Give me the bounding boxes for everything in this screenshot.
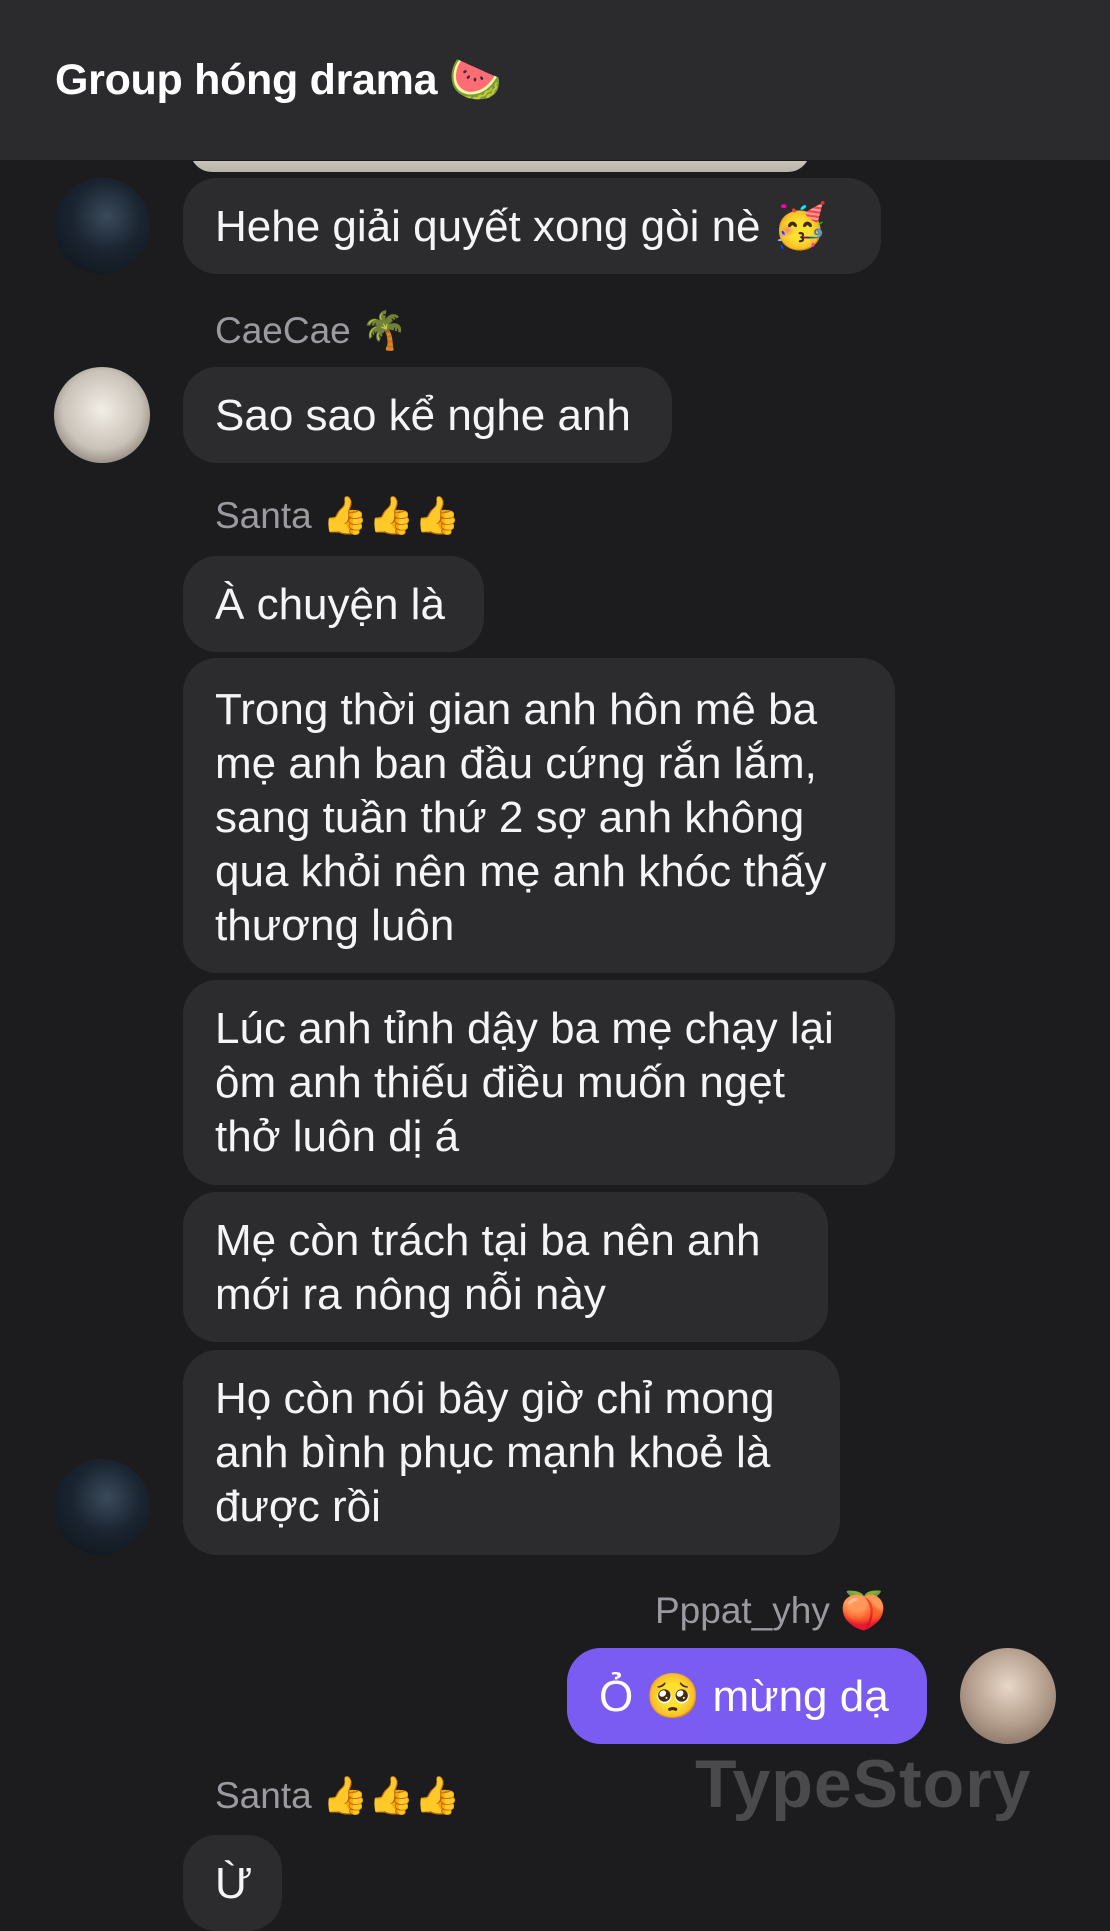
message-text: Hehe giải quyết xong gòi nè 🥳	[215, 202, 828, 251]
message-line: Mẹ còn trách tại ba nên anh	[215, 1216, 761, 1265]
message-bubble[interactable]: Sao sao kể nghe anh	[183, 367, 672, 463]
avatar-me[interactable]	[960, 1648, 1056, 1744]
avatar-santa[interactable]	[54, 1459, 150, 1555]
chat-header: Group hóng drama 🍉	[0, 0, 1110, 161]
message-text: Ừ	[215, 1859, 253, 1908]
message-line: Họ còn nói bây giờ chỉ mong	[215, 1374, 775, 1423]
sender-name-santa: Santa 👍👍👍	[215, 495, 461, 536]
sender-name-caecae: CaeCae 🌴	[215, 310, 408, 351]
message-bubble[interactable]: Lúc anh tỉnh dậy ba mẹ chạy lại ôm anh t…	[183, 980, 895, 1185]
message-bubble[interactable]: Hehe giải quyết xong gòi nè 🥳	[183, 178, 881, 274]
sender-name-santa: Santa 👍👍👍	[215, 1775, 461, 1816]
message-line: thương luôn	[215, 901, 455, 950]
message-bubble[interactable]: Họ còn nói bây giờ chỉ mong anh bình phụ…	[183, 1350, 840, 1555]
avatar-santa[interactable]	[54, 178, 150, 274]
message-line: anh bình phục mạnh khoẻ là	[215, 1428, 771, 1477]
message-line: sang tuần thứ 2 sợ anh không	[215, 793, 805, 842]
message-bubble[interactable]: Trong thời gian anh hôn mê ba mẹ anh ban…	[183, 658, 895, 973]
message-line: được rồi	[215, 1482, 381, 1531]
group-title[interactable]: Group hóng drama 🍉	[55, 55, 502, 105]
message-line: thở luôn dị á	[215, 1112, 460, 1161]
sender-name-me: Pppat_yhy 🍑	[655, 1590, 887, 1631]
message-bubble[interactable]: Ừ	[183, 1835, 282, 1931]
message-line: ôm anh thiếu điều muốn ngẹt	[215, 1058, 785, 1107]
avatar-caecae[interactable]	[54, 367, 150, 463]
message-bubble[interactable]: Mẹ còn trách tại ba nên anh mới ra nông …	[183, 1192, 828, 1342]
message-line: Lúc anh tỉnh dậy ba mẹ chạy lại	[215, 1004, 834, 1053]
message-bubble[interactable]: À chuyện là	[183, 556, 484, 652]
message-text: Sao sao kể nghe anh	[215, 391, 631, 440]
message-line: mẹ anh ban đầu cứng rắn lắm,	[215, 739, 817, 788]
message-line: qua khỏi nên mẹ anh khóc thấy	[215, 847, 827, 896]
watermark: TypeStory	[695, 1746, 1032, 1822]
message-text: À chuyện là	[215, 580, 445, 629]
message-text: Ỏ 🥺 mừng dạ	[599, 1672, 889, 1721]
message-bubble-mine[interactable]: Ỏ 🥺 mừng dạ	[567, 1648, 927, 1744]
message-line: mới ra nông nỗi này	[215, 1270, 606, 1319]
message-line: Trong thời gian anh hôn mê ba	[215, 685, 818, 734]
